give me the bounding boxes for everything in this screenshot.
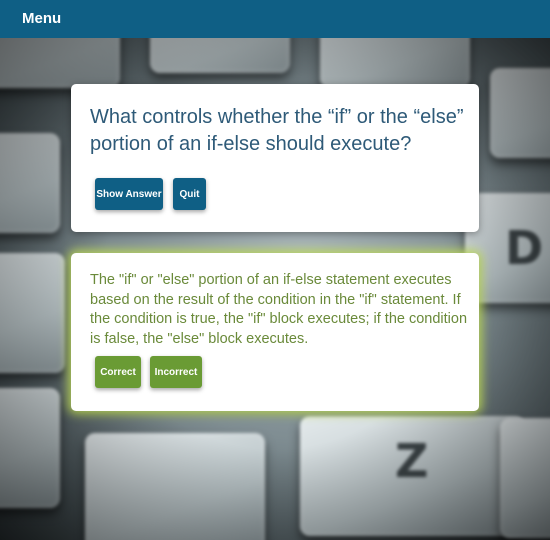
incorrect-button[interactable]: Incorrect bbox=[150, 356, 202, 388]
question-card: What controls whether the “if” or the “e… bbox=[71, 84, 479, 232]
top-bar: Menu bbox=[0, 0, 550, 38]
correct-button[interactable]: Correct bbox=[95, 356, 141, 388]
answer-card: The "if" or "else" portion of an if-else… bbox=[71, 253, 479, 411]
answer-text: The "if" or "else" portion of an if-else… bbox=[90, 272, 468, 347]
show-answer-button[interactable]: Show Answer bbox=[95, 178, 163, 210]
quit-button[interactable]: Quit bbox=[173, 178, 206, 210]
question-text: What controls whether the “if” or the “e… bbox=[90, 106, 464, 155]
menu-button[interactable]: Menu bbox=[22, 10, 61, 27]
